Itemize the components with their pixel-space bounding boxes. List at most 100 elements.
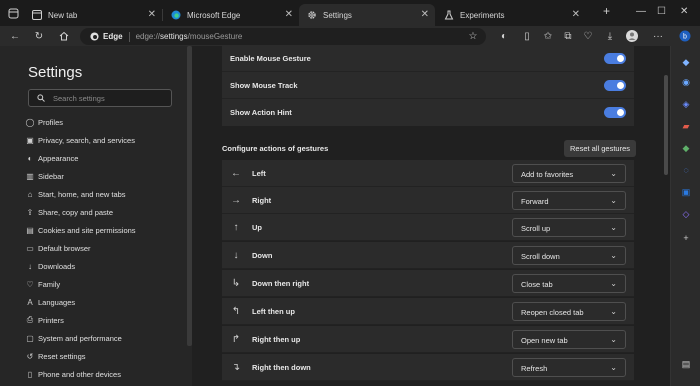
system-icon: ▢ [26, 333, 34, 343]
gesture-action-select[interactable]: Reopen closed tab ⌄ [512, 302, 626, 321]
sidebar-item-languages[interactable]: A Languages [27, 295, 75, 309]
sidebar-settings-icon[interactable]: ▤ [680, 358, 692, 370]
add-icon[interactable]: + [680, 232, 692, 244]
tab-actions-icon[interactable] [6, 6, 20, 20]
arrow-up-icon: ↑ [233, 221, 239, 233]
sidebar-item-label: Profiles [38, 117, 64, 127]
close-window-icon[interactable]: ✕ [680, 6, 688, 17]
reset-all-gestures-button[interactable]: Reset all gestures [564, 140, 636, 157]
printer-icon: ⎙ [26, 315, 34, 324]
enable-mouse-gesture-toggle[interactable] [604, 53, 626, 64]
tab-microsoft-edge[interactable]: Microsoft Edge ✕ [163, 4, 299, 26]
gesture-row-up: ↑ Up Scroll up ⌄ [222, 214, 634, 241]
refresh-icon[interactable]: ↻ [32, 29, 46, 43]
arrow-left-up-icon: ↰ [231, 305, 241, 317]
search-icon[interactable]: ◉ [680, 76, 692, 88]
new-tab-button[interactable]: + [603, 4, 610, 18]
tab-label: Settings [323, 10, 352, 20]
sidebar-item-label: Sidebar [38, 171, 64, 181]
gesture-action-select[interactable]: Refresh ⌄ [512, 358, 626, 377]
share-icon: ⇪ [26, 207, 34, 217]
close-icon[interactable]: ✕ [285, 9, 293, 20]
maximize-icon[interactable]: ☐ [657, 6, 666, 17]
address-bar[interactable]: Edge edge://settings/mouseGesture ☆ [80, 28, 486, 45]
sidebar-item-downloads[interactable]: ↓ Downloads [28, 259, 75, 273]
tab-experiments[interactable]: Experiments ✕ [436, 4, 586, 26]
chevron-down-icon: ⌄ [610, 363, 617, 372]
edge-sidebar: ◆ ◉ ◈ ▰ ◆ ◌ ▣ ◇ + ▤ [670, 46, 700, 386]
toggle-row-show-mouse-track: Show Mouse Track [222, 72, 634, 99]
close-icon[interactable]: ✕ [148, 9, 156, 20]
gesture-row-right-then-down: ↴ Right then down Refresh ⌄ [222, 354, 634, 381]
download-icon: ↓ [28, 261, 32, 271]
tools-briefcase-icon[interactable]: ▰ [680, 120, 692, 132]
outlook-icon[interactable]: ▣ [680, 186, 692, 198]
gesture-row-right: → Right Forward ⌄ [222, 187, 634, 214]
chevron-down-icon: ⌄ [610, 307, 617, 316]
more-menu-icon[interactable]: ··· [651, 29, 665, 43]
sidebar-icon: ▥ [26, 171, 34, 181]
sidebar-item-privacy[interactable]: ▣ Privacy, search, and services [26, 133, 135, 147]
tab-label: Experiments [460, 10, 505, 20]
mouse-gesture-card: Enable Mouse Gesture Show Mouse Track Sh… [222, 46, 634, 126]
sidebar-item-default-browser[interactable]: ▭ Default browser [26, 241, 90, 255]
show-action-hint-toggle[interactable] [604, 107, 626, 118]
split-screen-icon[interactable]: ▯ [520, 29, 534, 43]
sidebar-item-family[interactable]: ♡ Family [26, 277, 61, 291]
home-icon[interactable] [57, 29, 71, 43]
lock-icon: ▣ [26, 135, 34, 145]
gesture-action-select[interactable]: Forward ⌄ [512, 191, 626, 210]
sidebar-item-share[interactable]: ⇪ Share, copy and paste [27, 205, 113, 219]
sidebar-item-label: Family [38, 279, 61, 289]
sidebar-item-system[interactable]: ▢ System and performance [26, 331, 122, 345]
gesture-action-select[interactable]: Scroll up ⌄ [512, 218, 626, 237]
tab-new-tab[interactable]: New tab ✕ [24, 4, 162, 26]
select-value: Forward [521, 197, 549, 206]
search-input[interactable]: Search settings [28, 89, 172, 107]
select-value: Reopen closed tab [521, 308, 584, 317]
sidebar-item-start-home[interactable]: ⌂ Start, home, and new tabs [28, 187, 126, 201]
gesture-label: Right then down [252, 363, 311, 372]
back-icon[interactable]: ← [8, 29, 22, 43]
avatar[interactable] [625, 29, 639, 43]
gesture-row-down-then-right: ↳ Down then right Close tab ⌄ [222, 270, 634, 297]
collections-icon[interactable]: ⧉ [561, 29, 575, 43]
tab-settings[interactable]: Settings ✕ [299, 4, 435, 26]
svg-text:b: b [683, 34, 687, 41]
search-placeholder: Search settings [53, 93, 105, 103]
sidebar-item-cookies[interactable]: ▤ Cookies and site permissions [26, 223, 135, 237]
minimize-icon[interactable]: — [636, 6, 646, 17]
profile-icon: ◯ [25, 117, 35, 127]
notification-bell-icon[interactable]: ◆ [680, 56, 692, 68]
sidebar-item-sidebar[interactable]: ▥ Sidebar [26, 169, 64, 183]
gesture-label: Down then right [252, 279, 310, 288]
select-value: Scroll down [521, 252, 560, 261]
close-icon[interactable]: ✕ [572, 9, 580, 20]
sidebar-item-phone[interactable]: ▯ Phone and other devices [28, 367, 121, 381]
favorite-star-icon[interactable]: ☆ [466, 29, 480, 43]
extension-icon[interactable]: ◐ [497, 29, 511, 43]
sidebar-item-appearance[interactable]: ◐ Appearance [28, 151, 79, 165]
sidebar-item-reset[interactable]: ↺ Reset settings [27, 349, 86, 363]
show-mouse-track-toggle[interactable] [604, 80, 626, 91]
gesture-action-select[interactable]: Open new tab ⌄ [512, 330, 626, 349]
shopping-tag-icon[interactable]: ◈ [680, 98, 692, 110]
gesture-action-select[interactable]: Add to favorites ⌄ [512, 164, 626, 183]
toolbar: ← ↻ Edge edge://settings/mouseGesture ☆ … [0, 26, 700, 46]
gesture-action-select[interactable]: Close tab ⌄ [512, 274, 626, 293]
search-icon [37, 94, 45, 102]
games-icon[interactable]: ◆ [680, 142, 692, 154]
copilot-icon[interactable]: b [678, 29, 692, 43]
downloads-icon[interactable]: ⤓ [603, 29, 617, 43]
gesture-action-select[interactable]: Scroll down ⌄ [512, 246, 626, 265]
sidebar-item-profiles[interactable]: ◯ Profiles [26, 115, 64, 129]
microsoft-365-icon[interactable]: ◌ [680, 164, 692, 176]
favorites-icon[interactable]: ✩ [541, 29, 555, 43]
sidebar-item-printers[interactable]: ⎙ Printers [27, 313, 64, 327]
sidebar-item-label: Reset settings [38, 351, 86, 361]
cookie-icon: ▤ [26, 225, 34, 235]
main-scrollbar[interactable] [664, 75, 668, 175]
designer-icon[interactable]: ◇ [680, 208, 692, 220]
browser-essentials-icon[interactable]: ♡ [581, 29, 595, 43]
close-icon[interactable]: ✕ [421, 9, 429, 20]
